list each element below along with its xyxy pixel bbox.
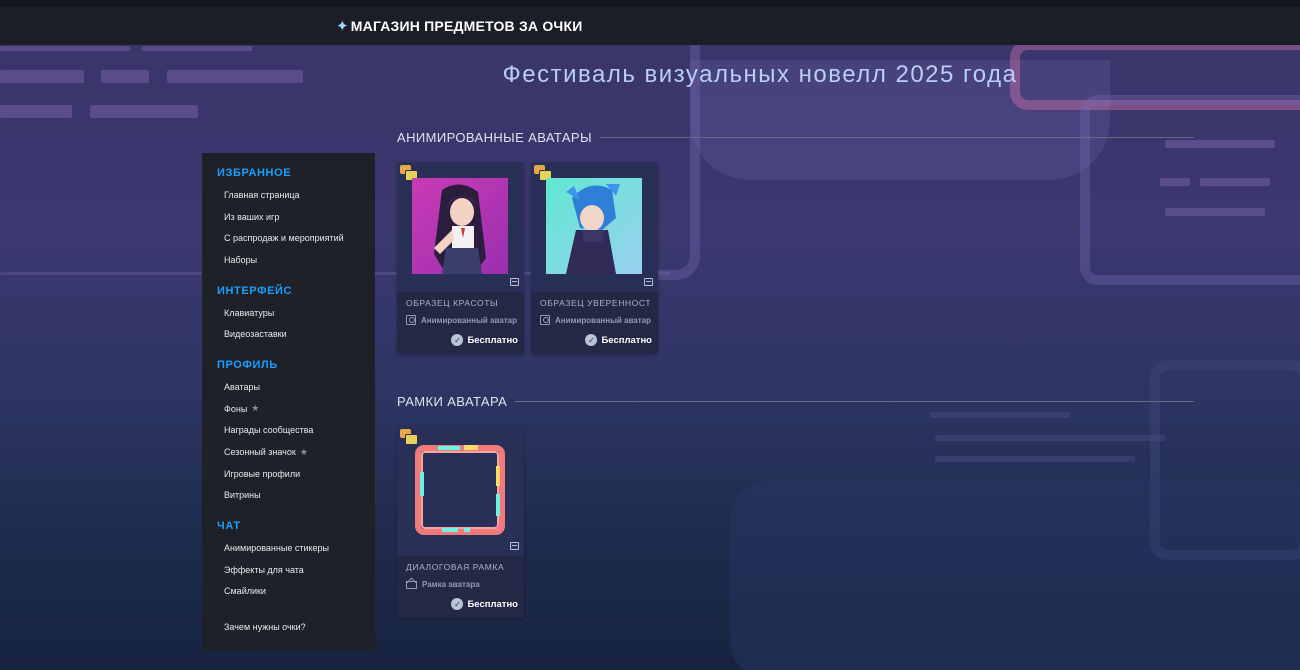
avatar-type-icon bbox=[540, 315, 550, 325]
animated-icon bbox=[644, 278, 653, 286]
sidebar-section-interface: ИНТЕРФЕЙС Клавиатуры Видеозаставки bbox=[217, 285, 375, 345]
sidebar-item-emoticons[interactable]: Смайлики bbox=[217, 581, 375, 603]
event-badge-icon bbox=[400, 165, 418, 181]
item-price: ✓ Бесплатно bbox=[406, 598, 518, 610]
star-icon: ★ bbox=[251, 403, 260, 414]
sidebar-heading[interactable]: ИНТЕРФЕЙС bbox=[217, 285, 375, 297]
item-type: Анимированный аватар bbox=[406, 315, 517, 325]
card-info: ОБРАЗЕЦ КРАСОТЫ Анимированный аватар ✓ Бе… bbox=[397, 292, 524, 354]
sidebar-section-featured: ИЗБРАННОЕ Главная страница Из ваших игр … bbox=[217, 167, 375, 271]
store-title-text: МАГАЗИН ПРЕДМЕТОВ ЗА ОЧКИ bbox=[350, 18, 583, 34]
section-header-avatar-frames: РАМКИ АВАТАРА bbox=[397, 394, 1194, 409]
card-preview bbox=[531, 162, 658, 292]
card-info: ДИАЛОГОВАЯ РАМКА Рамка аватара ✓ Бесплатн… bbox=[397, 556, 524, 618]
sidebar-item-game-profiles[interactable]: Игровые профили bbox=[217, 463, 375, 485]
sidebar-item-showcases[interactable]: Витрины bbox=[217, 485, 375, 507]
item-card[interactable]: ОБРАЗЕЦ УВЕРЕННОСТИ Анимированный аватар… bbox=[531, 162, 658, 354]
event-badge-icon bbox=[534, 165, 552, 181]
animated-icon bbox=[510, 278, 519, 286]
sidebar-item-seasonal-badge[interactable]: Сезонный значок ★ bbox=[217, 441, 375, 463]
item-card[interactable]: ДИАЛОГОВАЯ РАМКА Рамка аватара ✓ Бесплатн… bbox=[397, 426, 524, 618]
sidebar-section-chat: ЧАТ Анимированные стикеры Эффекты для ча… bbox=[217, 520, 375, 602]
avatar-art-icon bbox=[412, 178, 508, 274]
item-price: ✓ Бесплатно bbox=[406, 334, 518, 346]
item-price: ✓ Бесплатно bbox=[540, 334, 652, 346]
sidebar-heading[interactable]: ЧАТ bbox=[217, 520, 375, 532]
card-preview bbox=[397, 426, 524, 556]
sidebar-item-sales-events[interactable]: С распродаж и мероприятий bbox=[217, 227, 375, 249]
avatar-frame-art-icon bbox=[412, 442, 508, 538]
sidebar-item-animated-stickers[interactable]: Анимированные стикеры bbox=[217, 537, 375, 559]
section-header-animated-avatars: АНИМИРОВАННЫЕ АВАТАРЫ bbox=[397, 130, 1194, 145]
top-bar: ✦ МАГАЗИН ПРЕДМЕТОВ ЗА ОЧКИ bbox=[0, 0, 1300, 45]
frame-type-icon bbox=[406, 579, 417, 589]
section-divider bbox=[599, 137, 1194, 138]
item-name: ОБРАЗЕЦ УВЕРЕННОСТИ bbox=[540, 298, 650, 308]
sidebar-item-startup-movies[interactable]: Видеозаставки bbox=[217, 323, 375, 345]
sidebar-heading[interactable]: ПРОФИЛЬ bbox=[217, 359, 375, 371]
event-badge-icon bbox=[400, 429, 418, 445]
item-type: Рамка аватара bbox=[406, 579, 516, 589]
avatar-type-icon bbox=[406, 315, 416, 325]
item-name: ДИАЛОГОВАЯ РАМКА bbox=[406, 562, 505, 572]
sidebar-item-home[interactable]: Главная страница bbox=[217, 184, 375, 206]
sidebar-section-profile: ПРОФИЛЬ Аватары Фоны ★ Награды сообщества… bbox=[217, 359, 375, 506]
avatar-art-icon bbox=[546, 178, 642, 274]
animated-icon bbox=[510, 542, 519, 550]
points-coin-icon: ✓ bbox=[585, 334, 598, 346]
item-name: ОБРАЗЕЦ КРАСОТЫ bbox=[406, 298, 499, 308]
item-card[interactable]: ОБРАЗЕЦ КРАСОТЫ Анимированный аватар ✓ Бе… bbox=[397, 162, 524, 354]
sidebar-item-keyboards[interactable]: Клавиатуры bbox=[217, 302, 375, 324]
sidebar-nav: ИЗБРАННОЕ Главная страница Из ваших игр … bbox=[202, 153, 375, 650]
sidebar-item-from-your-games[interactable]: Из ваших игр bbox=[217, 206, 375, 228]
sparkle-icon: ✦ bbox=[336, 18, 349, 35]
points-coin-icon: ✓ bbox=[451, 598, 464, 610]
sidebar-item-bundles[interactable]: Наборы bbox=[217, 249, 375, 271]
sidebar-item-backgrounds[interactable]: Фоны ★ bbox=[217, 398, 375, 420]
sidebar-item-avatars[interactable]: Аватары bbox=[217, 376, 375, 398]
card-preview bbox=[397, 162, 524, 292]
event-title: Фестиваль визуальных новелл 2025 года bbox=[502, 61, 1018, 88]
sidebar-item-chat-effects[interactable]: Эффекты для чата bbox=[217, 559, 375, 581]
star-icon: ★ bbox=[299, 446, 308, 457]
why-points-link[interactable]: Зачем нужны очки? bbox=[217, 622, 375, 632]
section-divider bbox=[515, 401, 1194, 402]
points-coin-icon: ✓ bbox=[451, 334, 464, 346]
sidebar-heading[interactable]: ИЗБРАННОЕ bbox=[217, 167, 375, 179]
sidebar-item-community-awards[interactable]: Награды сообщества bbox=[217, 420, 375, 442]
card-info: ОБРАЗЕЦ УВЕРЕННОСТИ Анимированный аватар… bbox=[531, 292, 658, 354]
store-title[interactable]: ✦ МАГАЗИН ПРЕДМЕТОВ ЗА ОЧКИ bbox=[336, 17, 582, 35]
item-type: Анимированный аватар bbox=[540, 315, 651, 325]
